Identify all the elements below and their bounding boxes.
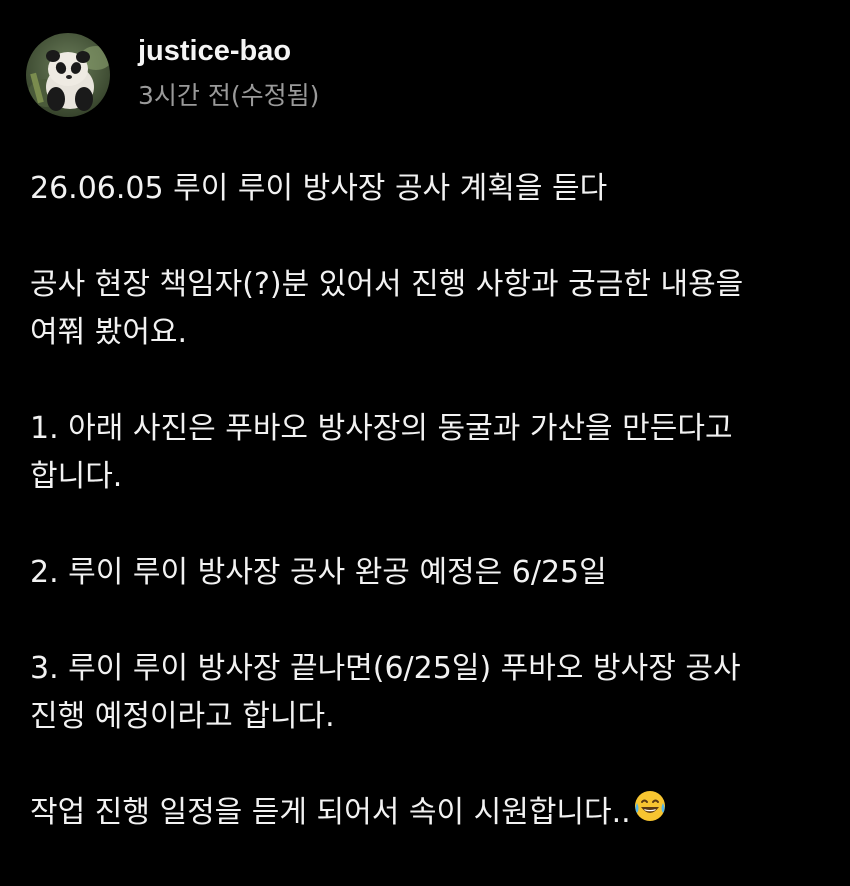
panda-avatar-icon (26, 33, 110, 117)
post-paragraph: 3. 루이 루이 방사장 끝나면(6/25일) 푸바오 방사장 공사 진행 예정… (30, 645, 845, 741)
post-body: 26.06.05 루이 루이 방사장 공사 계획을 듣다 공사 현장 책임자(?… (30, 165, 845, 886)
post-line: 여쭤 봤어요. (30, 315, 188, 350)
post-line: 진행 예정이라고 합니다. (30, 699, 335, 734)
post-timestamp: 3시간 전(수정됨) (138, 81, 320, 110)
post-paragraph: 작업 진행 일정을 듣게 되어서 속이 시원합니다.. (30, 789, 845, 838)
post-paragraph: 1. 아래 사진은 푸바오 방사장의 동굴과 가산을 만든다고 합니다. (30, 405, 845, 501)
post-line-last: 작업 진행 일정을 듣게 되어서 속이 시원합니다.. (30, 789, 845, 838)
avatar[interactable] (26, 33, 110, 117)
post-paragraph: 2. 루이 루이 방사장 공사 완공 예정은 6/25일 (30, 549, 845, 597)
post-line: 26.06.05 루이 루이 방사장 공사 계획을 듣다 (30, 171, 608, 206)
author-username[interactable]: justice-bao (138, 34, 319, 68)
post-line: 공사 현장 책임자(?)분 있어서 진행 사항과 궁금한 내용을 (30, 267, 744, 302)
post-line-text: 작업 진행 일정을 듣게 되어서 속이 시원합니다.. (30, 795, 631, 830)
post-line: 합니다. (30, 459, 123, 494)
post-line: 3. 루이 루이 방사장 끝나면(6/25일) 푸바오 방사장 공사 (30, 651, 741, 686)
tears-of-joy-emoji-icon (633, 789, 667, 838)
post-line: 2. 루이 루이 방사장 공사 완공 예정은 6/25일 (30, 555, 607, 590)
post-paragraph: 26.06.05 루이 루이 방사장 공사 계획을 듣다 (30, 165, 845, 213)
post-line: 1. 아래 사진은 푸바오 방사장의 동굴과 가산을 만든다고 (30, 411, 733, 446)
post-meta: justice-bao 3시간 전(수정됨) (138, 35, 320, 112)
post-paragraph: 공사 현장 책임자(?)분 있어서 진행 사항과 궁금한 내용을 여쭤 봤어요. (30, 261, 845, 357)
post-header: justice-bao 3시간 전(수정됨) (26, 33, 319, 117)
